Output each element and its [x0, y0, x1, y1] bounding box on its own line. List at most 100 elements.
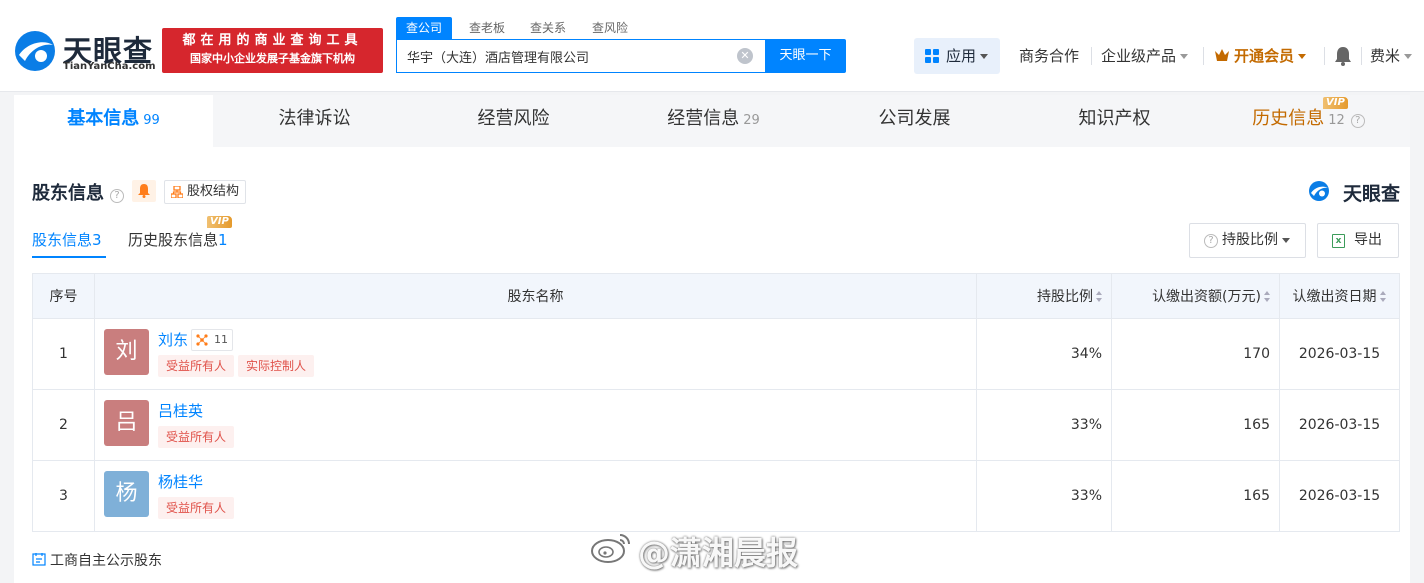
tab-legal[interactable]: 法律诉讼	[215, 95, 414, 147]
subtab-count: 3	[92, 231, 102, 249]
avatar[interactable]: 杨	[104, 471, 149, 517]
row-index: 2	[32, 389, 95, 461]
avatar[interactable]: 刘	[104, 329, 149, 375]
table-row: 3 杨 杨桂华 受益所有人 33% 165 2026-03-15	[32, 460, 1400, 532]
amount-cell: 165	[1111, 460, 1280, 532]
nav-user-menu[interactable]: 费米	[1370, 45, 1413, 67]
nav-open-membership[interactable]: 开通会员	[1214, 45, 1307, 67]
tab-operating-risk[interactable]: 经营风险	[414, 95, 613, 147]
tab-label: 经营信息	[667, 108, 740, 129]
public-shareholders-link[interactable]: 工商自主公示股东	[32, 550, 162, 570]
table-row: 2 吕 吕桂英 受益所有人 33% 165 2026-03-15	[32, 389, 1400, 461]
export-button[interactable]: x 导出	[1317, 223, 1399, 258]
search-tab-relation[interactable]: 查关系	[530, 17, 566, 39]
tab-history-info[interactable]: VIP 历史信息 12?	[1209, 95, 1408, 147]
apps-grid-icon	[925, 49, 940, 64]
document-icon	[32, 553, 46, 566]
shareholder-name-link[interactable]: 杨桂华	[158, 471, 203, 492]
tianyancha-logo[interactable]: 天眼查 TianYanCha.com	[13, 27, 158, 75]
shareholder-name-link[interactable]: 吕桂英	[158, 400, 203, 421]
col-header-amount[interactable]: 认缴出资额(万元)	[1111, 273, 1280, 319]
help-icon[interactable]: ?	[110, 189, 124, 203]
logo-mark-icon	[15, 31, 55, 71]
search-button[interactable]: 天眼一下	[765, 39, 846, 73]
equity-structure-label: 股权结构	[187, 184, 240, 199]
apps-label: 应用	[946, 47, 977, 65]
chevron-down-icon	[980, 54, 989, 59]
help-icon[interactable]: ?	[1350, 114, 1365, 128]
tab-label: 公司发展	[878, 108, 951, 129]
chevron-down-icon	[1180, 54, 1189, 59]
row-index: 1	[32, 318, 95, 390]
logo-mark-icon	[1309, 181, 1329, 201]
shareholder-cell: 吕 吕桂英 受益所有人	[94, 389, 977, 461]
shareholder-table: 序号 股东名称 持股比例 认缴出资额(万元) 认缴出资日期 1 刘 刘东 11	[32, 273, 1400, 532]
shareholder-cell: 杨 杨桂华 受益所有人	[94, 460, 977, 532]
sort-icon	[1379, 291, 1387, 302]
ratio-filter-label: 持股比例	[1222, 232, 1278, 248]
search-tab-company[interactable]: 查公司	[396, 17, 453, 39]
tab-company-development[interactable]: 公司发展	[815, 95, 1014, 147]
shareholder-cell: 刘 刘东 11 受益所有人 实际控制人	[94, 318, 977, 390]
tab-count: 99	[143, 113, 160, 128]
brand-text: 天眼查	[1342, 183, 1400, 205]
relation-count-badge[interactable]: 11	[191, 329, 233, 351]
export-label: 导出	[1354, 232, 1382, 248]
public-shareholders-label: 工商自主公示股东	[50, 553, 162, 569]
clear-icon[interactable]: ✕	[737, 48, 753, 64]
subtab-history-shareholders[interactable]: 历史股东信息1	[128, 229, 228, 251]
tab-count: 29	[743, 113, 760, 128]
chevron-down-icon	[1404, 54, 1413, 59]
col-header-date[interactable]: 认缴出资日期	[1279, 273, 1400, 319]
logo-domain: TianYanCha.com	[63, 61, 156, 72]
tab-operating-info[interactable]: 经营信息 29	[614, 95, 813, 147]
org-chart-icon	[171, 186, 183, 198]
relation-graph-icon	[196, 334, 208, 346]
col-header-name: 股东名称	[94, 273, 977, 319]
nav-divider	[1203, 47, 1204, 65]
tag-beneficial-owner[interactable]: 受益所有人	[158, 426, 235, 448]
chevron-down-icon	[1282, 237, 1290, 243]
amount-cell: 170	[1111, 318, 1280, 390]
tab-label: 经营风险	[477, 108, 550, 129]
subtab-label: 股东信息	[32, 231, 93, 249]
brand-watermark-logo: 天眼查	[1308, 179, 1400, 205]
search-input[interactable]	[397, 40, 729, 72]
equity-structure-button[interactable]: 股权结构	[164, 180, 247, 204]
excel-icon: x	[1332, 234, 1345, 248]
date-cell: 2026-03-15	[1279, 389, 1400, 461]
table-header-row: 序号 股东名称 持股比例 认缴出资额(万元) 认缴出资日期	[32, 273, 1400, 319]
date-cell: 2026-03-15	[1279, 460, 1400, 532]
shareholder-name-link[interactable]: 刘东	[158, 329, 188, 350]
apps-menu-button[interactable]: 应用	[914, 38, 1000, 74]
col-header-ratio-label: 持股比例	[1037, 289, 1093, 305]
tab-label: 法律诉讼	[278, 108, 351, 129]
tag-actual-controller[interactable]: 实际控制人	[238, 355, 315, 377]
search-tab-boss[interactable]: 查老板	[469, 17, 505, 39]
ratio-filter-button[interactable]: ? 持股比例	[1189, 223, 1306, 258]
section-title: 股东信息?	[32, 179, 124, 205]
avatar[interactable]: 吕	[104, 400, 149, 446]
shareholder-tags: 受益所有人 实际控制人	[158, 355, 318, 377]
nav-enterprise-products[interactable]: 企业级产品	[1101, 45, 1189, 67]
ratio-cell: 33%	[976, 389, 1112, 461]
search-tab-risk[interactable]: 查风险	[592, 17, 628, 39]
active-subtab-indicator	[32, 256, 106, 258]
col-header-amount-label: 认缴出资额(万元)	[1152, 289, 1261, 305]
vip-badge: VIP	[207, 216, 232, 228]
subtab-label: 历史股东信息	[128, 231, 219, 249]
monitor-bell-button[interactable]	[132, 180, 156, 202]
tab-ip[interactable]: 知识产权	[1015, 95, 1214, 147]
tab-basic-info[interactable]: 基本信息 99	[14, 95, 213, 147]
subtab-count: 1	[218, 231, 228, 249]
date-cell: 2026-03-15	[1279, 318, 1400, 390]
nav-enterprise-label: 企业级产品	[1101, 47, 1177, 65]
tag-beneficial-owner[interactable]: 受益所有人	[158, 497, 235, 519]
chevron-down-icon	[1298, 54, 1307, 59]
table-row: 1 刘 刘东 11 受益所有人 实际控制人 34% 170 2026-03-15	[32, 318, 1400, 390]
tag-beneficial-owner[interactable]: 受益所有人	[158, 355, 235, 377]
subtab-shareholders[interactable]: 股东信息3	[32, 229, 102, 251]
col-header-ratio[interactable]: 持股比例	[976, 273, 1112, 319]
nav-business-cooperation[interactable]: 商务合作	[1019, 45, 1079, 67]
notification-bell-icon[interactable]	[1334, 46, 1352, 66]
